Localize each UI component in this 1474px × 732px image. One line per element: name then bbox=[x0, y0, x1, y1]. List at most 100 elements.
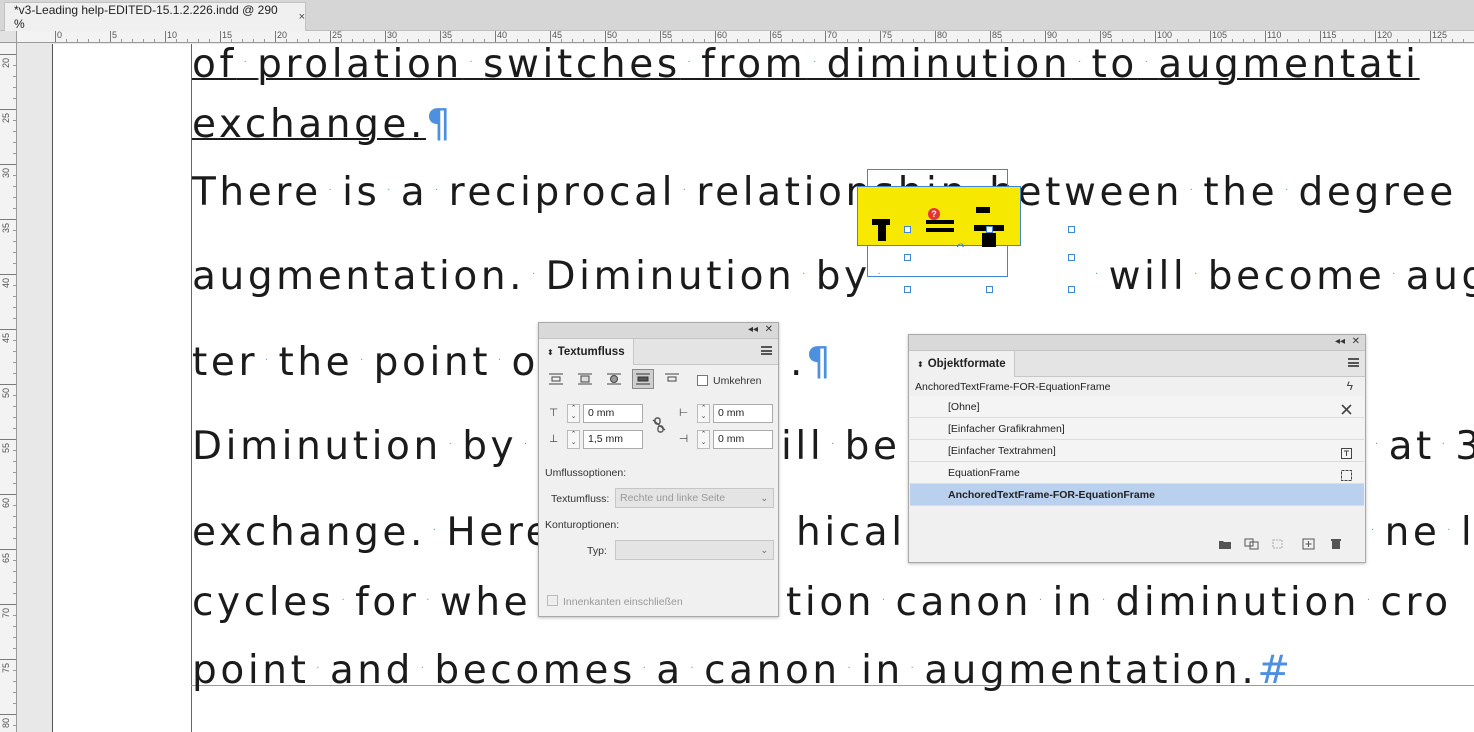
ruler-minor-tick bbox=[451, 39, 452, 42]
right-offset-input[interactable]: 0 mm bbox=[713, 430, 773, 449]
ruler-minor-tick bbox=[13, 417, 16, 418]
text-line-6-middle[interactable]: ill · be bbox=[781, 424, 901, 469]
right-offset-stepper[interactable]: ⌃ ⌄ bbox=[697, 430, 710, 449]
contour-type-select[interactable]: ⌄ bbox=[615, 540, 774, 560]
object-style-item[interactable]: EquationFrame bbox=[910, 462, 1364, 484]
tab-objektformate[interactable]: ⬍ Objektformate bbox=[909, 351, 1015, 377]
bottom-offset-stepper[interactable]: ⌃ ⌄ bbox=[567, 430, 580, 449]
top-offset-stepper[interactable]: ⌃ ⌄ bbox=[567, 404, 580, 423]
frame-handle[interactable] bbox=[1068, 226, 1075, 233]
object-styles-list[interactable]: [Ohne] [Einfacher Grafikrahmen] [Einfacher… bbox=[910, 396, 1364, 506]
text-word: of bbox=[192, 44, 237, 87]
frame-handle[interactable] bbox=[986, 226, 993, 233]
text-line-4-end[interactable]: · will · become · aug bbox=[1095, 254, 1474, 299]
wrap-around-bounding-box-icon[interactable] bbox=[574, 369, 596, 389]
frame-handle[interactable] bbox=[904, 254, 911, 261]
jump-to-next-column-icon[interactable] bbox=[661, 369, 683, 389]
text-word: become bbox=[1207, 254, 1386, 299]
text-line-9[interactable]: point · and · becomes · a · canon · in ·… bbox=[192, 648, 1294, 693]
close-panel-icon[interactable]: ✕ bbox=[765, 324, 773, 335]
text-line-7-start[interactable]: exchange. · Here bbox=[192, 510, 553, 555]
wrap-to-select[interactable]: Rechte und linke Seite ⌄ bbox=[615, 488, 774, 508]
new-style-group-icon[interactable] bbox=[1218, 538, 1232, 550]
top-offset-input[interactable]: 0 mm bbox=[583, 404, 643, 423]
pasteboard[interactable] bbox=[18, 44, 52, 732]
left-offset-icon: ⊢ bbox=[679, 407, 689, 419]
wrap-around-object-shape-icon[interactable] bbox=[603, 369, 625, 389]
ruler-minor-tick bbox=[396, 39, 397, 42]
link-offsets-icon[interactable] bbox=[652, 417, 666, 436]
text-line-8-end[interactable]: tion · canon · in · diminution · cro bbox=[786, 580, 1452, 625]
document-tab[interactable]: *v3-Leading help-EDITED-15.1.2.226.indd … bbox=[4, 2, 306, 31]
text-line-5[interactable]: ter · the · point · o bbox=[192, 340, 539, 385]
frame-handle[interactable] bbox=[904, 286, 911, 293]
panel-titlebar[interactable]: ◂◂ ✕ bbox=[909, 335, 1365, 351]
invert-checkbox[interactable] bbox=[697, 375, 708, 386]
ruler-label: 25 bbox=[1, 112, 11, 123]
vertical-ruler[interactable]: 20 25 30 35 40 45 50 55 60 65 70 75 80 bbox=[0, 43, 17, 732]
object-style-label: [Einfacher Grafikrahmen] bbox=[948, 423, 1065, 435]
object-style-item[interactable]: [Ohne] bbox=[910, 396, 1364, 418]
ruler-minor-tick bbox=[13, 725, 16, 726]
ruler-minor-tick bbox=[13, 307, 16, 308]
ruler-minor-tick bbox=[13, 263, 16, 264]
panel-titlebar[interactable]: ◂◂ ✕ bbox=[539, 323, 778, 339]
text-line-2[interactable]: exchange.¶ bbox=[192, 102, 454, 147]
expand-collapse-icon[interactable]: ⬍ bbox=[917, 360, 924, 369]
clear-attributes-icon[interactable] bbox=[1272, 538, 1286, 550]
frame-handle[interactable] bbox=[1068, 254, 1075, 261]
include-inside-edges-checkbox[interactable] bbox=[547, 595, 558, 606]
ruler-major-tick bbox=[1375, 31, 1376, 42]
object-style-item[interactable]: [Einfacher Grafikrahmen] bbox=[910, 418, 1364, 440]
frame-handle[interactable] bbox=[904, 226, 911, 233]
panel-menu-icon[interactable] bbox=[1348, 358, 1359, 367]
expand-collapse-icon[interactable]: ⬍ bbox=[547, 348, 554, 357]
clear-overrides-icon[interactable] bbox=[1244, 538, 1259, 550]
collapse-panel-icon[interactable]: ◂◂ bbox=[748, 324, 758, 335]
panel-tab-row: ⬍ Textumfluss bbox=[539, 339, 778, 365]
bottom-offset-input[interactable]: 1,5 mm bbox=[583, 430, 643, 449]
frame-handle[interactable] bbox=[1068, 286, 1075, 293]
overset-error-icon[interactable]: ? bbox=[928, 208, 940, 220]
delete-style-icon[interactable] bbox=[1330, 538, 1344, 550]
frame-handle[interactable] bbox=[986, 286, 993, 293]
panel-menu-icon[interactable] bbox=[761, 346, 772, 355]
text-line-8-start[interactable]: cycles · for · whe bbox=[192, 580, 531, 625]
object-style-item[interactable]: AnchoredTextFrame-FOR-EquationFrame bbox=[910, 484, 1364, 506]
text-line-7-end[interactable]: · ne · le bbox=[1371, 510, 1474, 555]
ruler-minor-tick bbox=[13, 230, 16, 231]
text-line-5-end[interactable]: .¶ bbox=[790, 340, 834, 385]
text-word: by bbox=[815, 254, 871, 299]
space-marker: · bbox=[309, 663, 330, 674]
space-marker: · bbox=[334, 595, 356, 606]
text-line-3[interactable]: There · is · a · reciprocal · relationsh… bbox=[192, 170, 1457, 215]
text-word: becomes bbox=[434, 648, 636, 693]
left-offset-stepper[interactable]: ⌃ ⌄ bbox=[697, 404, 710, 423]
space-marker: · bbox=[380, 185, 401, 196]
ruler-minor-tick bbox=[13, 560, 16, 561]
text-line-6-start[interactable]: Diminution · by · bbox=[192, 424, 531, 469]
horizontal-ruler[interactable]: 0 5 10 15 20 25 30 35 40 45 50 55 60 65 70 75 80 85 90 95 10… bbox=[17, 31, 1474, 43]
ruler-major-tick bbox=[495, 31, 496, 42]
close-panel-icon[interactable]: ✕ bbox=[1352, 336, 1360, 347]
object-style-item[interactable]: [Einfacher Textrahmen] bbox=[910, 440, 1364, 462]
create-new-style-icon[interactable] bbox=[1302, 538, 1316, 550]
text-word: in bbox=[861, 648, 904, 693]
text-line-7-middle[interactable]: hical · bbox=[796, 510, 919, 555]
current-style-name: AnchoredTextFrame-FOR-EquationFrame bbox=[915, 381, 1111, 393]
ruler-label: 80 bbox=[1, 717, 11, 728]
text-line-6-end[interactable]: · at · 3 bbox=[1375, 424, 1474, 469]
text-line-1[interactable]: of · prolation · switches · from · dimin… bbox=[192, 44, 1420, 87]
no-wrap-icon[interactable] bbox=[545, 369, 567, 389]
text-word: ter bbox=[192, 340, 259, 385]
chevron-down-icon: ⌄ bbox=[760, 545, 768, 555]
jump-object-icon[interactable] bbox=[632, 369, 654, 389]
collapse-panel-icon[interactable]: ◂◂ bbox=[1335, 336, 1345, 347]
left-offset-input[interactable]: 0 mm bbox=[713, 404, 773, 423]
text-line-4-start[interactable]: augmentation. · Diminution · by · bbox=[192, 254, 884, 299]
text-word: hical bbox=[796, 510, 906, 555]
ruler-origin[interactable] bbox=[0, 31, 17, 43]
close-tab-icon[interactable]: × bbox=[299, 11, 305, 23]
lightning-icon[interactable]: ϟ bbox=[1347, 379, 1353, 393]
tab-textumfluss[interactable]: ⬍ Textumfluss bbox=[539, 339, 634, 365]
